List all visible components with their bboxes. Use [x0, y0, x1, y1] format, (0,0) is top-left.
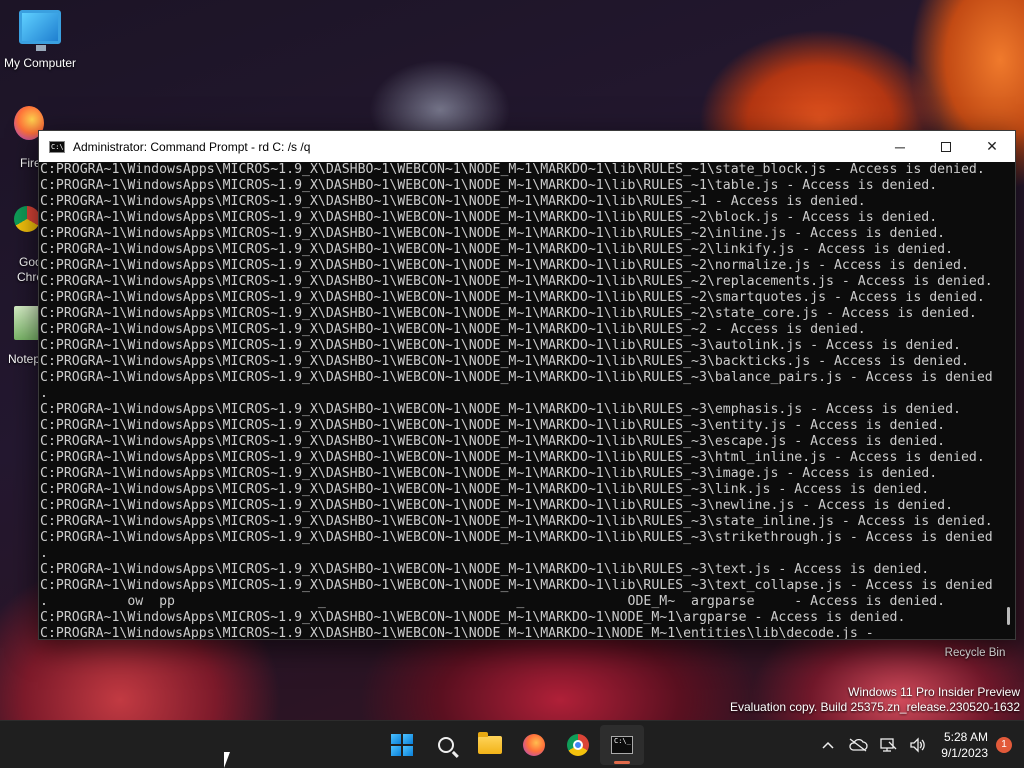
volume-icon[interactable]: [906, 733, 930, 757]
notepad-icon: [14, 306, 40, 340]
taskbar: C:\_ 5:28 AM 9/1/2023 1: [0, 720, 1024, 768]
firefox-icon: [523, 734, 545, 756]
system-tray: 5:28 AM 9/1/2023 1: [813, 721, 1024, 768]
console-line: C:PROGRA~1\WindowsApps\MICROS~1.9_X\DASH…: [40, 338, 961, 353]
notification-badge[interactable]: 1: [996, 737, 1012, 753]
taskbar-command-prompt[interactable]: C:\_: [600, 725, 644, 765]
clock-date: 9/1/2023: [941, 746, 988, 760]
scrollbar-thumb[interactable]: [1007, 607, 1010, 625]
taskbar-firefox[interactable]: [512, 725, 556, 765]
taskbar-file-explorer[interactable]: [468, 725, 512, 765]
console-line: C:PROGRA~1\WindowsApps\MICROS~1.9_X\DASH…: [40, 434, 946, 449]
start-button[interactable]: [380, 725, 424, 765]
desktop-icon-my-computer[interactable]: My Computer: [0, 10, 80, 70]
console-line: C:PROGRA~1\WindowsApps\MICROS~1.9_X\DASH…: [40, 370, 993, 385]
console-line: C:PROGRA~1\WindowsApps\MICROS~1.9_X\DASH…: [40, 466, 938, 481]
console-line: C:PROGRA~1\WindowsApps\MICROS~1.9_X\DASH…: [40, 562, 930, 577]
command-prompt-window[interactable]: C:\ Administrator: Command Prompt - rd C…: [38, 130, 1016, 640]
taskbar-chrome[interactable]: [556, 725, 600, 765]
console-line: C:PROGRA~1\WindowsApps\MICROS~1.9_X\DASH…: [40, 194, 866, 209]
maximize-icon: [941, 141, 951, 152]
terminal-icon: C:\_: [611, 736, 633, 754]
search-icon: [438, 737, 454, 753]
console-line: C:PROGRA~1\WindowsApps\MICROS~1.9_X\DASH…: [40, 482, 930, 497]
console-output[interactable]: C:PROGRA~1\WindowsApps\MICROS~1.9_X\DASH…: [39, 162, 1001, 639]
watermark-line-1: Windows 11 Pro Insider Preview: [848, 685, 1020, 699]
recycle-bin-label[interactable]: Recycle Bin: [940, 647, 1010, 659]
desktop-icon-label: My Computer: [3, 56, 77, 70]
taskbar-apps: C:\_: [380, 721, 644, 768]
console-line: C:PROGRA~1\WindowsApps\MICROS~1.9_X\DASH…: [40, 210, 938, 225]
console-line: C:PROGRA~1\WindowsApps\MICROS~1.9_X\DASH…: [40, 626, 890, 639]
chrome-icon: [567, 734, 589, 756]
console-line: C:PROGRA~1\WindowsApps\MICROS~1.9_X\DASH…: [40, 258, 969, 273]
console-line: C:PROGRA~1\WindowsApps\MICROS~1.9_X\DASH…: [40, 514, 993, 529]
console-line: C:PROGRA~1\WindowsApps\MICROS~1.9_X\DASH…: [40, 450, 985, 465]
network-icon[interactable]: [876, 733, 900, 757]
clock-time: 5:28 AM: [943, 730, 988, 744]
console-line: C:PROGRA~1\WindowsApps\MICROS~1.9_X\DASH…: [40, 322, 866, 337]
console-scrollbar[interactable]: [1001, 162, 1015, 639]
monitor-icon: [19, 10, 61, 51]
chrome-icon: [14, 206, 40, 232]
taskbar-clock[interactable]: 5:28 AM 9/1/2023: [941, 729, 988, 761]
console-line: C:PROGRA~1\WindowsApps\MICROS~1.9_X\DASH…: [40, 178, 938, 193]
window-title: Administrator: Command Prompt - rd C: /s…: [73, 139, 311, 154]
console-line: C:PROGRA~1\WindowsApps\MICROS~1.9_X\DASH…: [40, 274, 993, 289]
terminal-icon: C:\: [49, 140, 65, 153]
windows-watermark: Windows 11 Pro Insider Preview Evaluatio…: [730, 685, 1020, 715]
console-line: C:PROGRA~1\WindowsApps\MICROS~1.9_X\DASH…: [40, 610, 906, 625]
minimize-button[interactable]: ─: [877, 131, 923, 162]
console-line: C:PROGRA~1\WindowsApps\MICROS~1.9_X\DASH…: [40, 242, 954, 257]
console-line: C:PROGRA~1\WindowsApps\MICROS~1.9_X\DASH…: [40, 578, 993, 593]
console-line: C:PROGRA~1\WindowsApps\MICROS~1.9_X\DASH…: [40, 306, 977, 321]
window-titlebar[interactable]: C:\ Administrator: Command Prompt - rd C…: [39, 131, 1015, 162]
watermark-line-2: Evaluation copy. Build 25375.zn_release.…: [730, 700, 1020, 714]
folder-icon: [478, 732, 502, 754]
mouse-cursor-icon: [224, 752, 236, 768]
console-line: C:PROGRA~1\WindowsApps\MICROS~1.9_X\DASH…: [40, 498, 954, 513]
console-line: C:PROGRA~1\WindowsApps\MICROS~1.9_X\DASH…: [40, 402, 961, 417]
console-line: C:PROGRA~1\WindowsApps\MICROS~1.9_X\DASH…: [40, 418, 946, 433]
console-line: C:PROGRA~1\WindowsApps\MICROS~1.9_X\DASH…: [40, 226, 946, 241]
console-line: C:PROGRA~1\WindowsApps\MICROS~1.9_X\DASH…: [40, 530, 993, 545]
chevron-up-icon[interactable]: [816, 733, 840, 757]
console-line: .: [40, 546, 48, 561]
desktop-icon-label: Notep: [8, 352, 41, 366]
console-line: .: [40, 386, 48, 401]
cloud-offline-icon[interactable]: [846, 733, 870, 757]
console-line: C:PROGRA~1\WindowsApps\MICROS~1.9_X\DASH…: [40, 354, 969, 369]
taskbar-search-button[interactable]: [424, 725, 468, 765]
console-line: C:PROGRA~1\WindowsApps\MICROS~1.9_X\DASH…: [40, 162, 985, 177]
maximize-button[interactable]: [923, 131, 969, 162]
console-line: . ow pp _ _ ODE_M~ argparse - Access is …: [40, 594, 946, 609]
console-line: C:PROGRA~1\WindowsApps\MICROS~1.9_X\DASH…: [40, 290, 985, 305]
close-button[interactable]: ✕: [969, 131, 1015, 162]
windows-logo-icon: [391, 734, 413, 756]
